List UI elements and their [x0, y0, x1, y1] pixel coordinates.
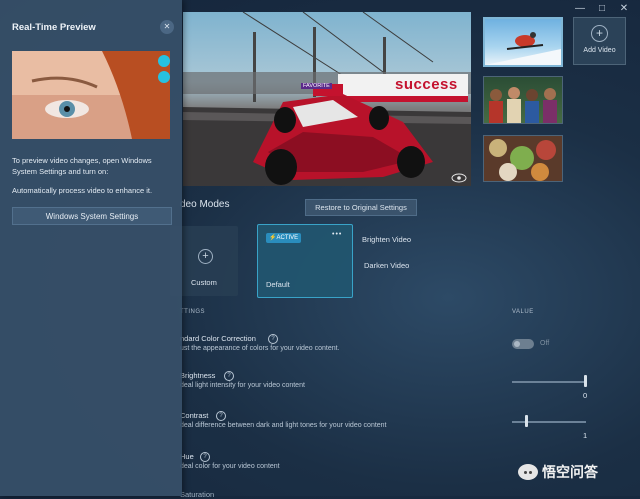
add-custom-icon: +	[198, 249, 213, 264]
windows-system-settings-button[interactable]: Windows System Settings	[12, 207, 172, 225]
hue-label: Hue	[180, 452, 194, 461]
toggle-knob	[514, 341, 520, 347]
contrast-value: 1	[583, 431, 588, 440]
skier-image	[485, 32, 561, 65]
watermark-text: 悟空问答	[542, 465, 598, 481]
custom-mode-label: Custom	[191, 278, 217, 287]
panel-instructions: To preview video changes, open Windows S…	[12, 156, 152, 176]
color-correction-desc: ust the appearance of colors for your vi…	[180, 345, 340, 352]
active-badge: ⚡ACTIVE	[266, 233, 302, 243]
contrast-desc: deal difference between dark and light t…	[180, 422, 387, 429]
hue-desc: deal color for your video content	[180, 463, 280, 470]
color-correction-label: ndard Color Correction	[180, 334, 256, 343]
car-tag-text: FAVORITE	[301, 83, 332, 89]
help-icon[interactable]: ?	[216, 411, 226, 421]
saturation-label-partial: Saturation	[180, 490, 215, 499]
add-video-button[interactable]: + Add Video	[573, 17, 626, 65]
chat-bubble-icon	[518, 464, 538, 480]
panel-auto-process: Automatically process video to enhance i…	[12, 186, 153, 195]
help-icon[interactable]: ?	[200, 452, 210, 462]
thumbnail-food[interactable]	[483, 135, 563, 182]
toggle-state-text: Off	[540, 340, 550, 347]
main-video-preview[interactable]: success FAVORITE	[183, 12, 471, 186]
brightness-desc: deal light intensity for your video cont…	[180, 382, 305, 389]
video-modes-title: deo Modes	[180, 199, 230, 210]
value-header: VALUE	[512, 309, 534, 315]
thumbnail-skier[interactable]	[483, 17, 563, 67]
close-window-icon[interactable]: ✕	[614, 2, 634, 16]
contrast-label: Contrast	[180, 411, 209, 420]
race-car-image	[183, 12, 471, 186]
food-image	[489, 139, 556, 181]
brightness-label: Brightness	[180, 371, 216, 380]
thumbnail-group[interactable]	[483, 76, 563, 124]
color-correction-toggle[interactable]	[512, 339, 534, 349]
face-illustration	[12, 51, 170, 139]
mode-card-default[interactable]: ⚡ACTIVE ••• Default	[257, 224, 353, 298]
brightness-slider[interactable]	[512, 381, 586, 383]
close-panel-icon[interactable]: ✕	[160, 20, 174, 34]
brightness-value: 0	[583, 391, 588, 400]
help-icon[interactable]: ?	[224, 371, 234, 381]
group-photo-image	[489, 87, 557, 123]
contrast-slider-thumb[interactable]	[524, 415, 528, 427]
brightness-slider-thumb[interactable]	[584, 375, 587, 387]
watermark: 悟空问答	[518, 462, 598, 482]
default-mode-label: Default	[266, 280, 290, 289]
settings-header: TTINGS	[180, 309, 205, 315]
maximize-icon[interactable]: □	[592, 2, 612, 16]
more-options-icon[interactable]: •••	[332, 231, 342, 238]
brighten-video-mode[interactable]: Brighten Video	[362, 235, 411, 244]
preview-face-image	[12, 51, 170, 139]
minimize-icon[interactable]: —	[570, 2, 590, 16]
contrast-slider[interactable]	[512, 421, 586, 423]
restore-original-button[interactable]: Restore to Original Settings	[305, 199, 417, 216]
add-video-label: Add Video	[583, 47, 616, 54]
real-time-preview-panel: Real-Time Preview ✕ To preview video cha…	[0, 0, 182, 496]
help-icon[interactable]: ?	[268, 334, 278, 344]
darken-video-mode[interactable]: Darken Video	[364, 261, 409, 270]
add-icon: +	[591, 25, 608, 42]
panel-title: Real-Time Preview	[12, 22, 96, 33]
banner-text: success	[395, 76, 458, 93]
